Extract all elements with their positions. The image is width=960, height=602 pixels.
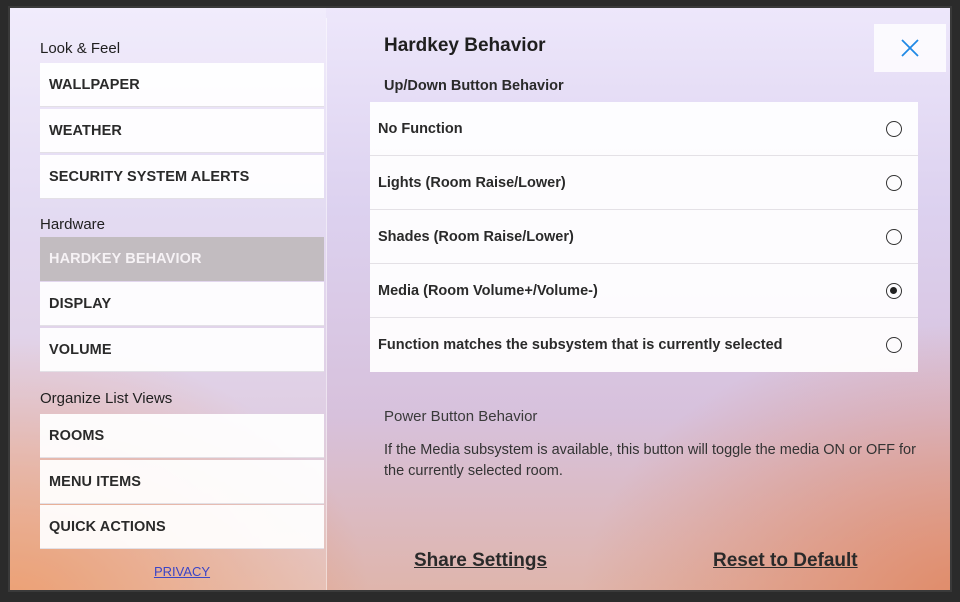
sidebar-item-volume[interactable]: VOLUME	[40, 328, 324, 372]
privacy-link[interactable]: PRIVACY	[40, 564, 324, 579]
sidebar-item-quick-actions[interactable]: QUICK ACTIONS	[40, 505, 324, 549]
option-label: No Function	[378, 120, 463, 137]
share-settings-button[interactable]: Share Settings	[414, 550, 547, 572]
radio-button[interactable]	[886, 120, 902, 137]
sidebar-item-weather[interactable]: WEATHER	[40, 109, 324, 153]
option-shades[interactable]: Shades (Room Raise/Lower)	[370, 210, 918, 264]
power-behavior-heading: Power Button Behavior	[384, 408, 538, 425]
reset-to-default-button[interactable]: Reset to Default	[713, 550, 858, 572]
panel-divider	[326, 18, 327, 590]
radio-button[interactable]	[886, 174, 902, 191]
option-no-function[interactable]: No Function	[370, 102, 918, 156]
radio-button[interactable]	[886, 228, 902, 245]
sidebar-item-rooms[interactable]: ROOMS	[40, 414, 324, 458]
sidebar-item-menu-items[interactable]: MENU ITEMS	[40, 460, 324, 504]
option-label: Lights (Room Raise/Lower)	[378, 174, 566, 191]
section-label-organize-list-views: Organize List Views	[40, 390, 173, 407]
option-label: Shades (Room Raise/Lower)	[378, 228, 574, 245]
option-media[interactable]: Media (Room Volume+/Volume-)	[370, 264, 918, 318]
section-label-hardware: Hardware	[40, 216, 106, 233]
option-label: Function matches the subsystem that is c…	[378, 337, 783, 353]
power-behavior-description: If the Media subsystem is available, thi…	[384, 442, 916, 479]
page-title: Hardkey Behavior	[384, 35, 546, 56]
settings-window: Look & Feel WALLPAPER WEATHER SECURITY S…	[8, 6, 952, 592]
sidebar-item-security-system-alerts[interactable]: SECURITY SYSTEM ALERTS	[40, 155, 324, 199]
updown-behavior-heading: Up/Down Button Behavior	[384, 78, 564, 94]
section-label-look-and-feel: Look & Feel	[40, 40, 121, 57]
close-icon	[901, 39, 919, 57]
radio-button[interactable]	[886, 337, 902, 353]
sidebar-item-wallpaper[interactable]: WALLPAPER	[40, 63, 324, 107]
close-button[interactable]	[874, 24, 946, 72]
sidebar-item-display[interactable]: DISPLAY	[40, 282, 324, 326]
sidebar-item-hardkey-behavior[interactable]: HARDKEY BEHAVIOR	[40, 237, 324, 281]
option-label: Media (Room Volume+/Volume-)	[378, 282, 598, 299]
option-function-matches-subsystem[interactable]: Function matches the subsystem that is c…	[370, 318, 918, 372]
updown-option-list: No Function Lights (Room Raise/Lower) Sh…	[370, 102, 918, 372]
option-lights[interactable]: Lights (Room Raise/Lower)	[370, 156, 918, 210]
radio-button-selected[interactable]	[886, 282, 902, 299]
settings-sidebar: Look & Feel WALLPAPER WEATHER SECURITY S…	[10, 8, 326, 590]
